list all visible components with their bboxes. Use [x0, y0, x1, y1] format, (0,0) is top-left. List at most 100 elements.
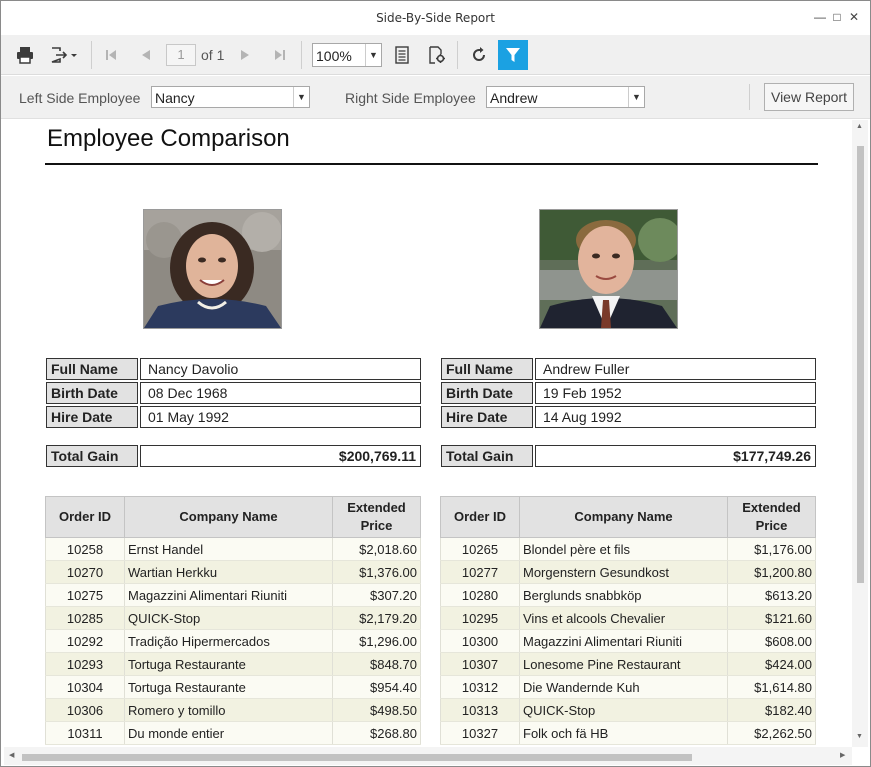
right-total-gain: $177,749.26	[535, 445, 816, 467]
maximize-button[interactable]: □	[830, 10, 844, 24]
table-row: 10258 Ernst Handel $2,018.60	[45, 537, 421, 561]
left-birth-date: 08 Dec 1968	[140, 382, 421, 404]
company-name-cell: Magazzini Alimentari Riuniti	[124, 583, 333, 607]
column-header-price: Extended Price	[727, 496, 816, 538]
order-id-cell: 10258	[45, 537, 125, 561]
filter-icon	[506, 48, 520, 62]
parameters-panel: Left Side Employee Nancy ▼ Right Side Em…	[1, 76, 870, 119]
next-page-button[interactable]	[234, 41, 256, 69]
first-page-icon	[106, 50, 116, 60]
zoom-select[interactable]: 100% ▼	[312, 43, 382, 67]
table-row: 10277 Morgenstern Gesundkost $1,200.80	[440, 560, 816, 584]
parameters-toggle-button[interactable]	[498, 40, 528, 70]
page-number-input[interactable]: 1	[166, 44, 196, 66]
table-row: 10270 Wartian Herkku $1,376.00	[45, 560, 421, 584]
export-button[interactable]	[45, 41, 83, 69]
extended-price-cell: $1,176.00	[727, 537, 816, 561]
toolbar: 1 of 1 100% ▼	[1, 35, 870, 75]
order-id-cell: 10327	[440, 721, 520, 745]
scroll-up-icon[interactable]: ▲	[856, 123, 863, 130]
left-employee-photo	[143, 209, 282, 329]
full-name-label: Full Name	[441, 358, 533, 380]
extended-price-cell: $1,200.80	[727, 560, 816, 584]
first-page-button[interactable]	[100, 41, 122, 69]
scroll-down-icon[interactable]: ▼	[856, 733, 863, 740]
extended-price-cell: $1,614.80	[727, 675, 816, 699]
extended-price-cell: $2,018.60	[332, 537, 421, 561]
table-row: 10306 Romero y tomillo $498.50	[45, 698, 421, 722]
extended-price-cell: $608.00	[727, 629, 816, 653]
order-id-cell: 10293	[45, 652, 125, 676]
left-employee-value: Nancy	[155, 90, 195, 106]
extended-price-cell: $182.40	[727, 698, 816, 722]
company-name-cell: Morgenstern Gesundkost	[519, 560, 728, 584]
right-employee-select[interactable]: Andrew ▼	[486, 86, 645, 108]
birth-date-label: Birth Date	[441, 382, 533, 404]
extended-price-cell: $268.80	[332, 721, 421, 745]
order-id-cell: 10311	[45, 721, 125, 745]
company-name-cell: Vins et alcools Chevalier	[519, 606, 728, 630]
order-id-cell: 10277	[440, 560, 520, 584]
horizontal-scroll-thumb[interactable]	[22, 754, 692, 761]
column-header-company: Company Name	[519, 496, 728, 538]
order-id-cell: 10275	[45, 583, 125, 607]
table-row: 10265 Blondel père et fils $1,176.00	[440, 537, 816, 561]
chevron-down-icon[interactable]: ▼	[293, 87, 309, 107]
table-row: 10285 QUICK-Stop $2,179.20	[45, 606, 421, 630]
company-name-cell: Magazzini Alimentari Riuniti	[519, 629, 728, 653]
order-id-cell: 10270	[45, 560, 125, 584]
left-orders-table: Order ID Company Name Extended Price 102…	[45, 496, 421, 745]
order-id-cell: 10280	[440, 583, 520, 607]
document-gear-icon	[429, 46, 445, 64]
previous-page-button[interactable]	[135, 41, 157, 69]
close-button[interactable]: ✕	[847, 10, 861, 24]
order-id-cell: 10285	[45, 606, 125, 630]
column-header-price: Extended Price	[332, 496, 421, 538]
scroll-left-icon[interactable]: ◀	[9, 751, 14, 759]
extended-price-cell: $307.20	[332, 583, 421, 607]
left-employee-select[interactable]: Nancy ▼	[151, 86, 310, 108]
table-row: 10327 Folk och fä HB $2,262.50	[440, 721, 816, 745]
page-count-label: of 1	[201, 47, 225, 63]
company-name-cell: Die Wandernde Kuh	[519, 675, 728, 699]
last-page-button[interactable]	[269, 41, 291, 69]
title-bar: Side-By-Side Report — □ ✕	[1, 1, 870, 35]
print-button[interactable]	[11, 41, 39, 69]
page-setup-button[interactable]	[390, 41, 414, 69]
order-id-cell: 10300	[440, 629, 520, 653]
extended-price-cell: $2,179.20	[332, 606, 421, 630]
right-employee-label: Right Side Employee	[345, 90, 476, 106]
chevron-down-icon[interactable]: ▼	[628, 87, 644, 107]
extended-price-cell: $954.40	[332, 675, 421, 699]
report-viewer-window: Side-By-Side Report — □ ✕ 1 of 1 100% ▼	[0, 0, 871, 767]
vertical-scrollbar[interactable]: ▲ ▼	[852, 120, 868, 747]
company-name-cell: Berglunds snabbköp	[519, 583, 728, 607]
table-row: 10295 Vins et alcools Chevalier $121.60	[440, 606, 816, 630]
scroll-right-icon[interactable]: ▶	[840, 751, 845, 759]
table-row: 10313 QUICK-Stop $182.40	[440, 698, 816, 722]
hire-date-label: Hire Date	[441, 406, 533, 428]
extended-price-cell: $1,376.00	[332, 560, 421, 584]
company-name-cell: Lonesome Pine Restaurant	[519, 652, 728, 676]
extended-price-cell: $121.60	[727, 606, 816, 630]
previous-page-icon	[142, 50, 150, 60]
table-row: 10293 Tortuga Restaurante $848.70	[45, 652, 421, 676]
order-id-cell: 10292	[45, 629, 125, 653]
right-orders-table: Order ID Company Name Extended Price 102…	[440, 496, 816, 745]
vertical-scroll-thumb[interactable]	[857, 146, 864, 583]
right-orders-body: 10265 Blondel père et fils $1,176.00 10277 M…	[440, 537, 816, 745]
company-name-cell: Folk och fä HB	[519, 721, 728, 745]
left-orders-body: 10258 Ernst Handel $2,018.60 10270 Wartian H…	[45, 537, 421, 745]
extended-price-cell: $848.70	[332, 652, 421, 676]
chevron-down-icon[interactable]: ▼	[365, 44, 381, 66]
horizontal-scrollbar[interactable]: ◀ ▶	[4, 747, 852, 765]
report-page: Employee Comparison Full Name Nancy Davo…	[4, 120, 851, 747]
total-gain-label: Total Gain	[46, 445, 138, 467]
refresh-button[interactable]	[466, 41, 492, 69]
view-report-button[interactable]: View Report	[764, 83, 854, 111]
hire-date-label: Hire Date	[46, 406, 138, 428]
report-settings-button[interactable]	[424, 41, 450, 69]
order-id-cell: 10295	[440, 606, 520, 630]
minimize-button[interactable]: —	[813, 10, 827, 24]
last-page-icon	[275, 50, 285, 60]
